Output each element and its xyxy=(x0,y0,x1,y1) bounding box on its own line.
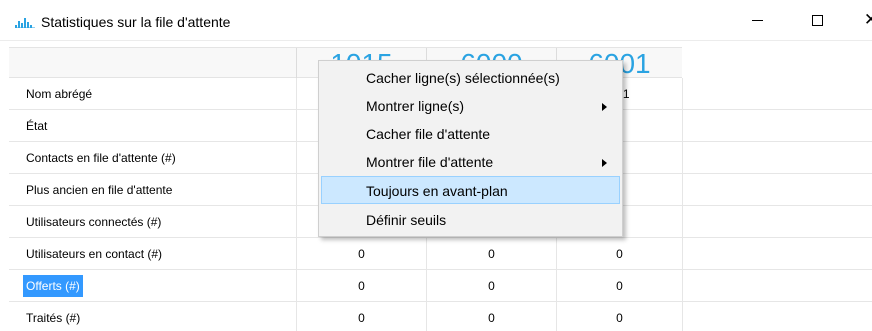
minimize-icon xyxy=(751,20,763,21)
menu-item-label: Cacher file d'attente xyxy=(366,126,491,142)
close-icon: ✕ xyxy=(863,10,872,30)
context-menu: Cacher ligne(s) sélectionnée(s) Montrer … xyxy=(318,60,623,237)
row-value: 0 xyxy=(426,238,556,270)
submenu-arrow-icon xyxy=(602,103,607,111)
row-value: 0 xyxy=(556,302,682,331)
title-bar[interactable]: Statistiques sur la file d'attente ✕ xyxy=(0,0,872,41)
empty-cell xyxy=(682,270,872,302)
close-button[interactable]: ✕ xyxy=(848,0,872,41)
menu-item-always-on-top[interactable]: Toujours en avant-plan xyxy=(321,176,620,204)
empty-cell xyxy=(682,206,872,238)
menu-item-label: Définir seuils xyxy=(366,212,447,228)
empty-cell xyxy=(682,78,872,110)
menu-item-label: Toujours en avant-plan xyxy=(366,183,508,199)
menu-item-hide-selected-rows[interactable]: Cacher ligne(s) sélectionnée(s) xyxy=(321,63,620,91)
submenu-arrow-icon xyxy=(602,159,607,167)
row-value: 0 xyxy=(296,238,426,270)
row-value: 0 xyxy=(426,302,556,331)
empty-cell xyxy=(682,238,872,270)
minimize-button[interactable] xyxy=(734,0,780,41)
menu-item-label: Cacher ligne(s) sélectionnée(s) xyxy=(366,70,560,86)
bar-chart-icon xyxy=(15,18,35,28)
row-label[interactable]: Contacts en file d'attente (#) xyxy=(9,142,296,174)
table-row[interactable]: Traités (#) 0 0 0 xyxy=(9,302,872,331)
row-label[interactable]: Nom abrégé xyxy=(9,78,296,110)
empty-cell xyxy=(682,110,872,142)
row-value: 0 xyxy=(556,238,682,270)
row-label[interactable]: Plus ancien en file d'attente xyxy=(9,174,296,206)
table-row[interactable]: Utilisateurs en contact (#) 0 0 0 xyxy=(9,238,872,270)
queue-stats-window: Statistiques sur la file d'attente ✕ 101… xyxy=(0,0,872,331)
row-value: 0 xyxy=(296,302,426,331)
row-label[interactable]: Traités (#) xyxy=(9,302,296,331)
empty-cell xyxy=(682,302,872,331)
menu-item-hide-queue[interactable]: Cacher file d'attente xyxy=(321,119,620,147)
row-label[interactable]: État xyxy=(9,110,296,142)
table-row-selected[interactable]: Offerts (#) 0 0 0 xyxy=(9,270,872,302)
window-title: Statistiques sur la file d'attente xyxy=(41,14,231,30)
row-value: 0 xyxy=(556,270,682,302)
menu-item-label: Montrer ligne(s) xyxy=(366,98,465,114)
menu-item-show-queue[interactable]: Montrer file d'attente xyxy=(321,147,620,175)
row-label[interactable]: Utilisateurs en contact (#) xyxy=(9,238,296,270)
row-value: 0 xyxy=(296,270,426,302)
row-label-cell[interactable]: Offerts (#) xyxy=(9,270,296,302)
empty-cell xyxy=(682,142,872,174)
empty-cell xyxy=(682,174,872,206)
menu-item-show-rows[interactable]: Montrer ligne(s) xyxy=(321,91,620,119)
maximize-button[interactable] xyxy=(794,0,840,41)
menu-item-label: Montrer file d'attente xyxy=(366,154,494,170)
row-value: 0 xyxy=(426,270,556,302)
row-label[interactable]: Offerts (#) xyxy=(23,275,83,297)
menu-item-define-thresholds[interactable]: Définir seuils xyxy=(321,205,620,233)
maximize-icon xyxy=(811,15,823,26)
header-corner xyxy=(9,48,296,79)
row-label[interactable]: Utilisateurs connectés (#) xyxy=(9,206,296,238)
